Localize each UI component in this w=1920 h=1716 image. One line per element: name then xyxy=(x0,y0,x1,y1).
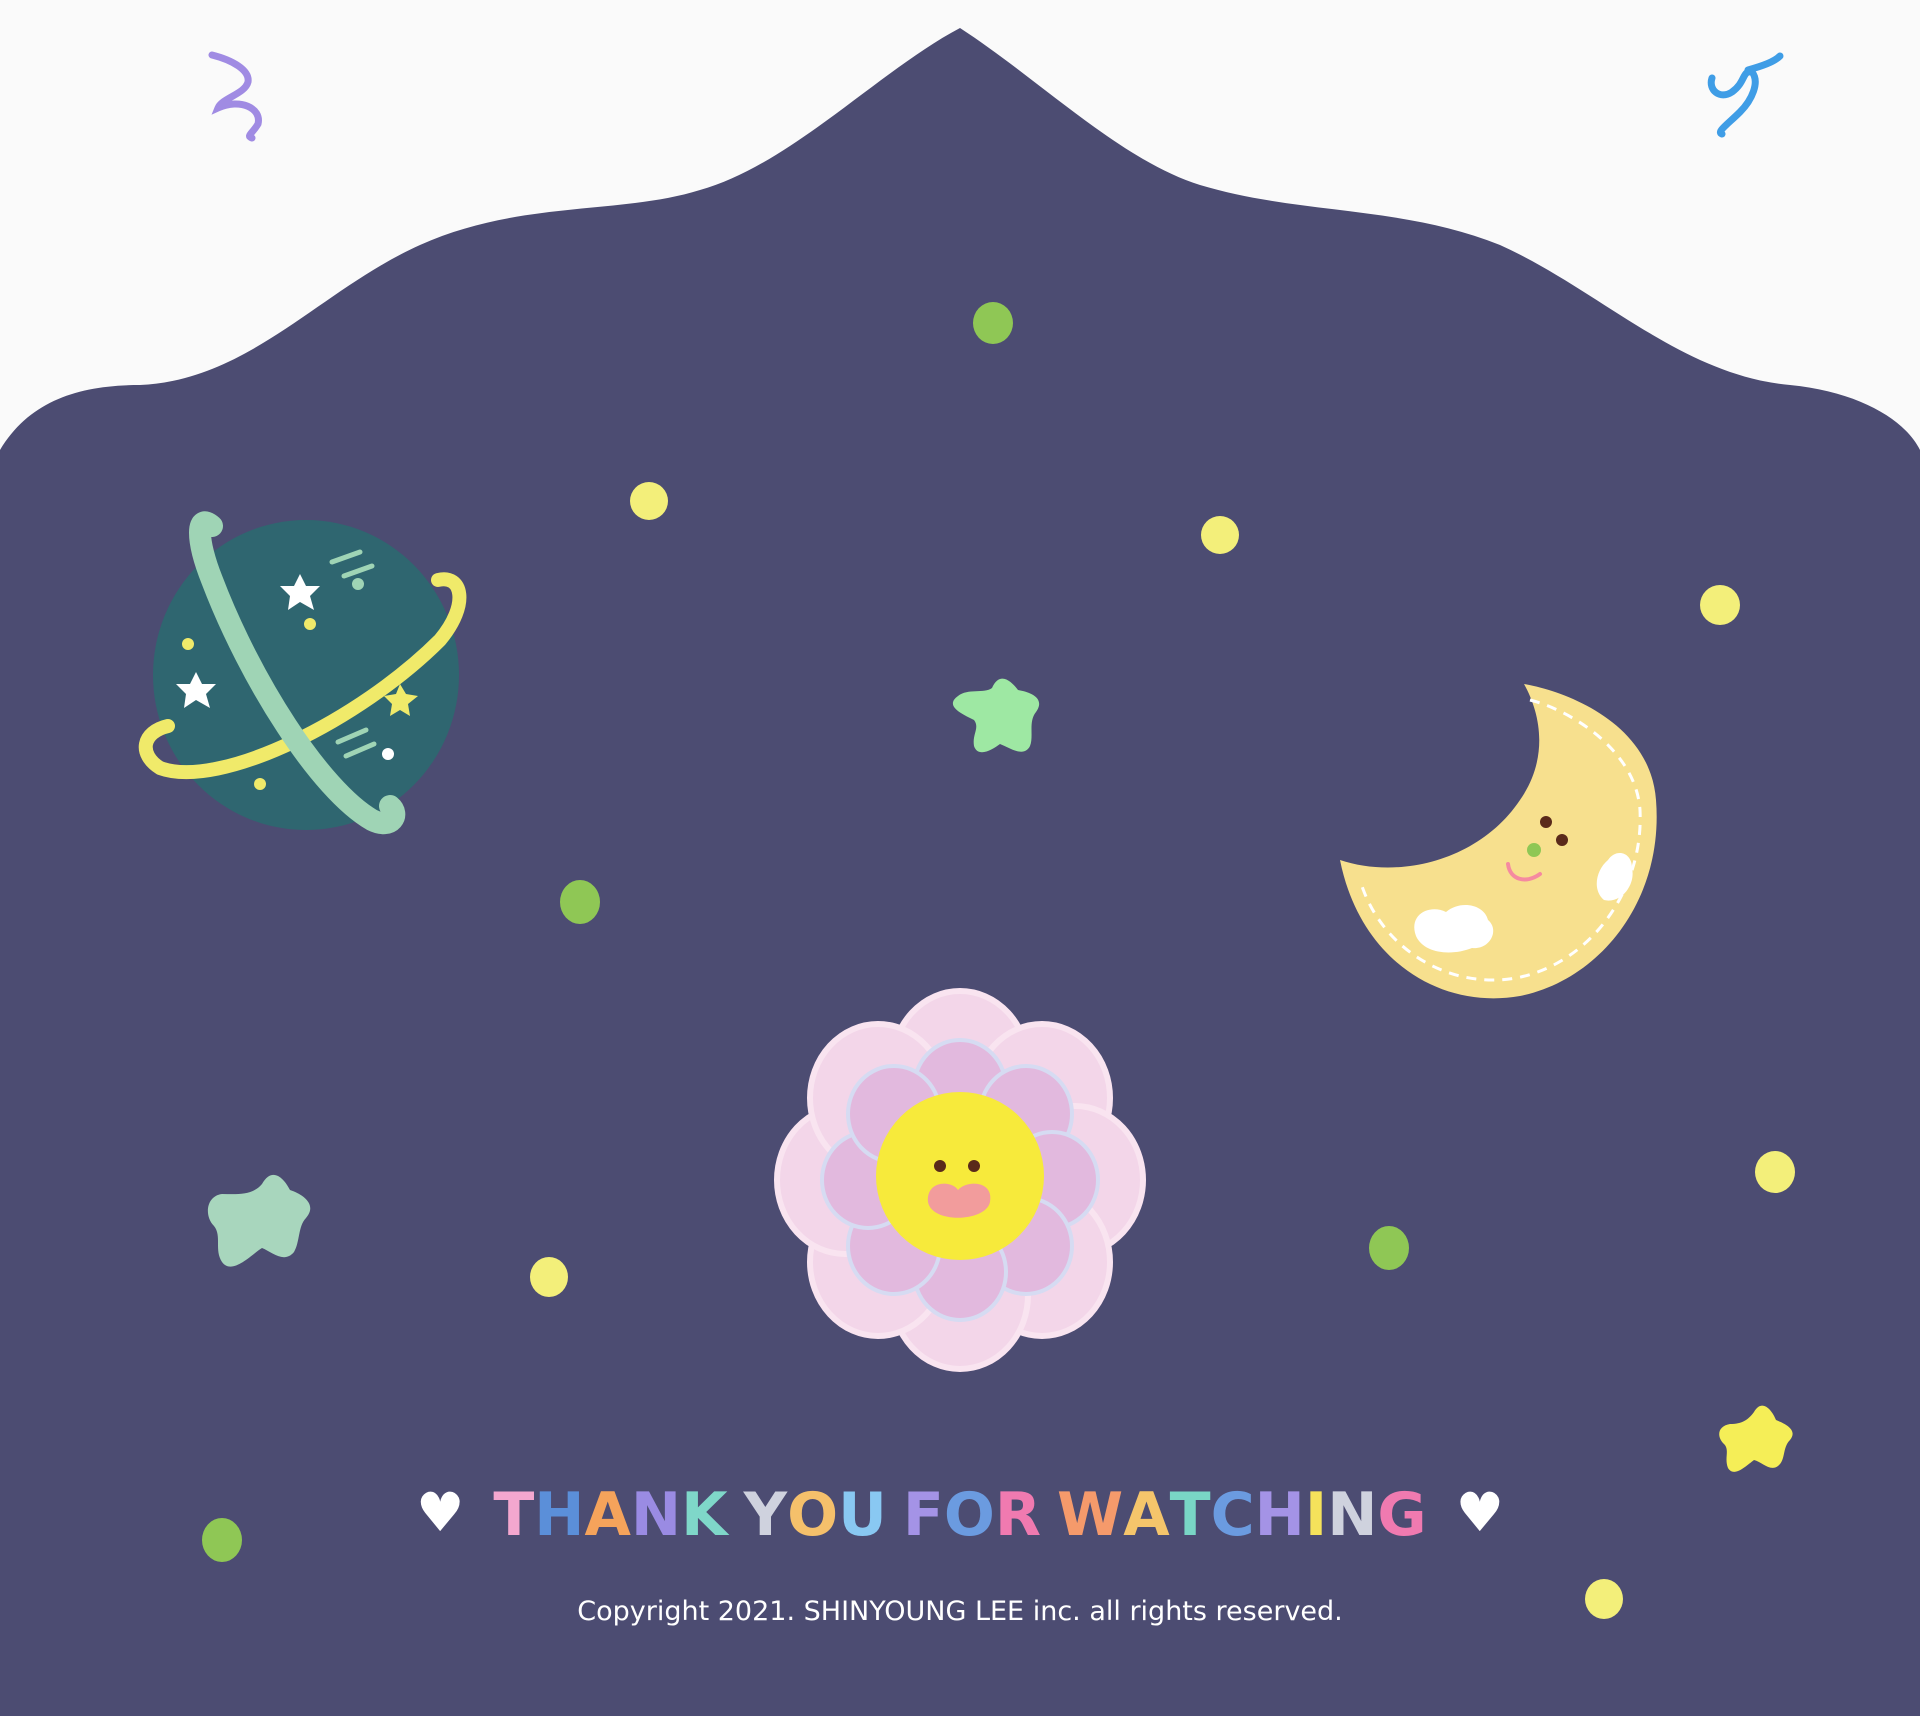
thank-you-title: ♥ THANK YOU FOR WATCHING ♥ xyxy=(0,1468,1920,1560)
title-letter: I xyxy=(1304,1480,1328,1550)
title-letter: W xyxy=(1057,1480,1124,1550)
title-letter: F xyxy=(902,1480,944,1550)
title-letter: R xyxy=(994,1480,1042,1550)
blue-swirl-icon xyxy=(1707,52,1784,138)
title-word: THANK xyxy=(493,1470,727,1560)
title-letter: H xyxy=(1254,1480,1305,1550)
dot-icon xyxy=(560,880,600,924)
title-letter: A xyxy=(584,1480,631,1550)
dot-icon xyxy=(1700,585,1740,625)
dot-icon xyxy=(1755,1151,1795,1193)
dot-icon xyxy=(630,482,668,520)
heart-left-icon: ♥ xyxy=(416,1481,465,1544)
dot-icon xyxy=(1201,516,1239,554)
title-word: WATCHING xyxy=(1057,1470,1427,1560)
title-letter: G xyxy=(1377,1480,1427,1550)
title-letter: K xyxy=(681,1480,728,1550)
title-letter: T xyxy=(1169,1480,1211,1550)
title-letter: Y xyxy=(743,1480,788,1550)
title-letter: N xyxy=(630,1480,682,1550)
title-letter: C xyxy=(1210,1480,1255,1550)
title-word: FOR xyxy=(903,1470,1041,1560)
dot-icon xyxy=(1369,1226,1409,1270)
dot-icon xyxy=(530,1257,568,1297)
title-letter: U xyxy=(838,1480,887,1550)
title-letter: H xyxy=(534,1480,585,1550)
title-word: YOU xyxy=(744,1470,887,1560)
title-letter: N xyxy=(1327,1480,1378,1550)
dot-icon xyxy=(973,302,1013,344)
title-letter: O xyxy=(787,1480,839,1550)
title-letter: A xyxy=(1123,1480,1170,1550)
title-letter: T xyxy=(493,1480,535,1550)
space-illustration xyxy=(0,28,1920,1716)
copyright-text: Copyright 2021. SHINYOUNG LEE inc. all r… xyxy=(577,1596,1343,1627)
purple-swirl-icon xyxy=(208,51,262,142)
title-letter: O xyxy=(943,1480,995,1550)
title-words: THANK YOU FOR WATCHING xyxy=(485,1480,1434,1550)
flower-icon xyxy=(774,988,1146,1372)
heart-right-icon: ♥ xyxy=(1455,1481,1504,1544)
